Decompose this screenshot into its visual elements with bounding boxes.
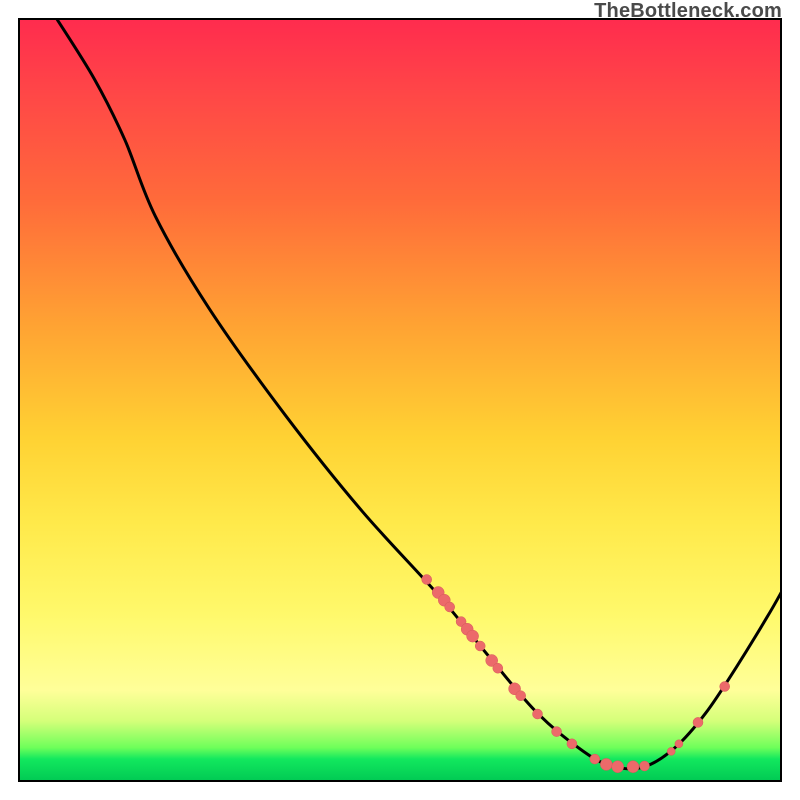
chart-container: TheBottleneck.com bbox=[0, 0, 800, 800]
watermark-label: TheBottleneck.com bbox=[594, 0, 782, 23]
chart-border bbox=[18, 18, 782, 782]
